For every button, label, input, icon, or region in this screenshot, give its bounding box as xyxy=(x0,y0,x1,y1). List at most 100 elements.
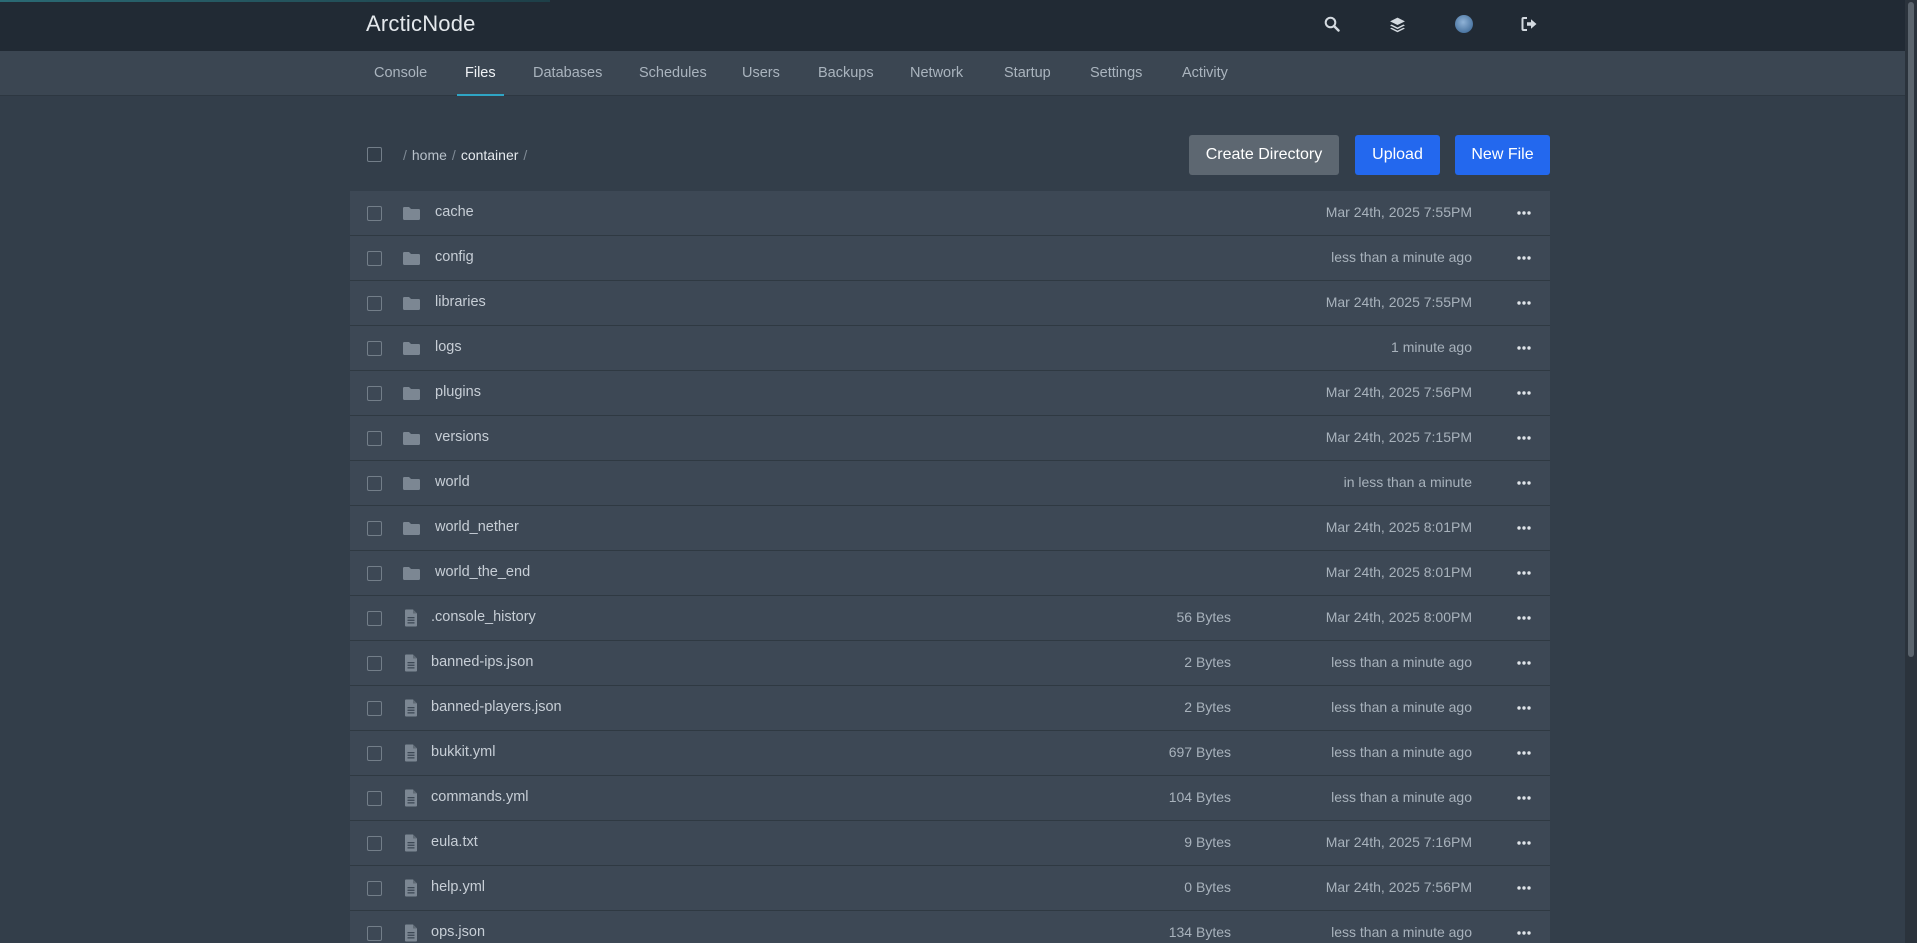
row-checkbox[interactable] xyxy=(367,251,382,266)
row-checkbox[interactable] xyxy=(367,746,382,761)
more-options-icon[interactable] xyxy=(1512,247,1536,269)
more-options-icon[interactable] xyxy=(1512,742,1536,764)
file-name[interactable]: cache xyxy=(435,204,474,220)
tab-startup[interactable]: Startup xyxy=(996,51,1059,96)
more-options-icon[interactable] xyxy=(1512,697,1536,719)
select-all-checkbox[interactable] xyxy=(367,147,382,162)
row-checkbox[interactable] xyxy=(367,476,382,491)
row-checkbox[interactable] xyxy=(367,701,382,716)
more-options-icon[interactable] xyxy=(1512,607,1536,629)
more-options-icon[interactable] xyxy=(1512,787,1536,809)
file-name[interactable]: world_the_end xyxy=(435,564,530,580)
file-row[interactable]: bukkit.yml 697 Bytes less than a minute … xyxy=(350,731,1550,776)
tab-settings[interactable]: Settings xyxy=(1082,51,1150,96)
tab-backups[interactable]: Backups xyxy=(810,51,882,96)
row-checkbox[interactable] xyxy=(367,566,382,581)
search-icon[interactable] xyxy=(1320,12,1344,36)
user-avatar[interactable] xyxy=(1452,12,1476,36)
file-modified: Mar 24th, 2025 7:56PM xyxy=(1325,879,1472,895)
tab-activity[interactable]: Activity xyxy=(1174,51,1236,96)
file-name[interactable]: commands.yml xyxy=(431,789,529,805)
folder-row[interactable]: world in less than a minute xyxy=(350,461,1550,506)
layers-icon[interactable] xyxy=(1385,12,1409,36)
row-checkbox[interactable] xyxy=(367,341,382,356)
row-checkbox[interactable] xyxy=(367,611,382,626)
more-options-icon[interactable] xyxy=(1512,292,1536,314)
upload-button[interactable]: Upload xyxy=(1355,135,1440,175)
more-options-icon[interactable] xyxy=(1512,382,1536,404)
file-row[interactable]: banned-ips.json 2 Bytes less than a minu… xyxy=(350,641,1550,686)
more-options-icon[interactable] xyxy=(1512,337,1536,359)
row-checkbox[interactable] xyxy=(367,521,382,536)
more-options-icon[interactable] xyxy=(1512,517,1536,539)
folder-icon xyxy=(401,428,421,448)
tab-databases[interactable]: Databases xyxy=(525,51,610,96)
folder-icon xyxy=(401,383,421,403)
more-options-icon[interactable] xyxy=(1512,652,1536,674)
file-name[interactable]: libraries xyxy=(435,294,486,310)
file-name[interactable]: eula.txt xyxy=(431,834,478,850)
create-directory-button[interactable]: Create Directory xyxy=(1189,135,1339,175)
file-row[interactable]: banned-players.json 2 Bytes less than a … xyxy=(350,686,1550,731)
breadcrumb-home[interactable]: home xyxy=(412,147,447,163)
file-name[interactable]: bukkit.yml xyxy=(431,744,495,760)
more-options-icon[interactable] xyxy=(1512,877,1536,899)
file-modified: Mar 24th, 2025 7:56PM xyxy=(1325,384,1472,400)
file-size: 56 Bytes xyxy=(1176,609,1231,625)
folder-row[interactable]: cache Mar 24th, 2025 7:55PM xyxy=(350,191,1550,236)
row-checkbox[interactable] xyxy=(367,791,382,806)
row-checkbox[interactable] xyxy=(367,836,382,851)
row-checkbox[interactable] xyxy=(367,386,382,401)
tab-users[interactable]: Users xyxy=(734,51,788,96)
file-name[interactable]: ops.json xyxy=(431,924,485,940)
more-options-icon[interactable] xyxy=(1512,202,1536,224)
new-file-button[interactable]: New File xyxy=(1455,135,1550,175)
more-options-icon[interactable] xyxy=(1512,562,1536,584)
app-brand[interactable]: ArcticNode xyxy=(366,11,476,37)
folder-row[interactable]: world_nether Mar 24th, 2025 8:01PM xyxy=(350,506,1550,551)
folder-row[interactable]: world_the_end Mar 24th, 2025 8:01PM xyxy=(350,551,1550,596)
folder-row[interactable]: plugins Mar 24th, 2025 7:56PM xyxy=(350,371,1550,416)
file-name[interactable]: plugins xyxy=(435,384,481,400)
tab-files[interactable]: Files xyxy=(457,51,504,96)
file-name[interactable]: world xyxy=(435,474,470,490)
tab-console[interactable]: Console xyxy=(366,51,435,96)
file-row[interactable]: ops.json 134 Bytes less than a minute ag… xyxy=(350,911,1550,943)
logout-icon[interactable] xyxy=(1517,12,1541,36)
file-name[interactable]: world_nether xyxy=(435,519,519,535)
folder-row[interactable]: versions Mar 24th, 2025 7:15PM xyxy=(350,416,1550,461)
row-checkbox[interactable] xyxy=(367,296,382,311)
file-modified: Mar 24th, 2025 8:01PM xyxy=(1325,519,1472,535)
file-name[interactable]: banned-players.json xyxy=(431,699,562,715)
row-checkbox[interactable] xyxy=(367,926,382,941)
scrollbar-thumb[interactable] xyxy=(1908,2,1914,657)
file-row[interactable]: help.yml 0 Bytes Mar 24th, 2025 7:56PM xyxy=(350,866,1550,911)
file-list: cache Mar 24th, 2025 7:55PM config less … xyxy=(350,191,1550,943)
more-options-icon[interactable] xyxy=(1512,922,1536,943)
folder-row[interactable]: libraries Mar 24th, 2025 7:55PM xyxy=(350,281,1550,326)
file-name[interactable]: versions xyxy=(435,429,489,445)
row-checkbox[interactable] xyxy=(367,206,382,221)
breadcrumb-container[interactable]: container xyxy=(461,147,519,163)
page-scrollbar[interactable] xyxy=(1905,0,1917,943)
file-name[interactable]: help.yml xyxy=(431,879,485,895)
row-checkbox[interactable] xyxy=(367,431,382,446)
file-modified: less than a minute ago xyxy=(1331,654,1472,670)
file-row[interactable]: eula.txt 9 Bytes Mar 24th, 2025 7:16PM xyxy=(350,821,1550,866)
tab-schedules[interactable]: Schedules xyxy=(631,51,715,96)
avatar xyxy=(1455,15,1473,33)
row-checkbox[interactable] xyxy=(367,881,382,896)
more-options-icon[interactable] xyxy=(1512,427,1536,449)
file-row[interactable]: commands.yml 104 Bytes less than a minut… xyxy=(350,776,1550,821)
file-name[interactable]: .console_history xyxy=(431,609,536,625)
folder-row[interactable]: config less than a minute ago xyxy=(350,236,1550,281)
tab-network[interactable]: Network xyxy=(902,51,971,96)
row-checkbox[interactable] xyxy=(367,656,382,671)
folder-row[interactable]: logs 1 minute ago xyxy=(350,326,1550,371)
file-name[interactable]: config xyxy=(435,249,474,265)
file-row[interactable]: .console_history 56 Bytes Mar 24th, 2025… xyxy=(350,596,1550,641)
more-options-icon[interactable] xyxy=(1512,472,1536,494)
file-name[interactable]: logs xyxy=(435,339,462,355)
file-name[interactable]: banned-ips.json xyxy=(431,654,533,670)
more-options-icon[interactable] xyxy=(1512,832,1536,854)
